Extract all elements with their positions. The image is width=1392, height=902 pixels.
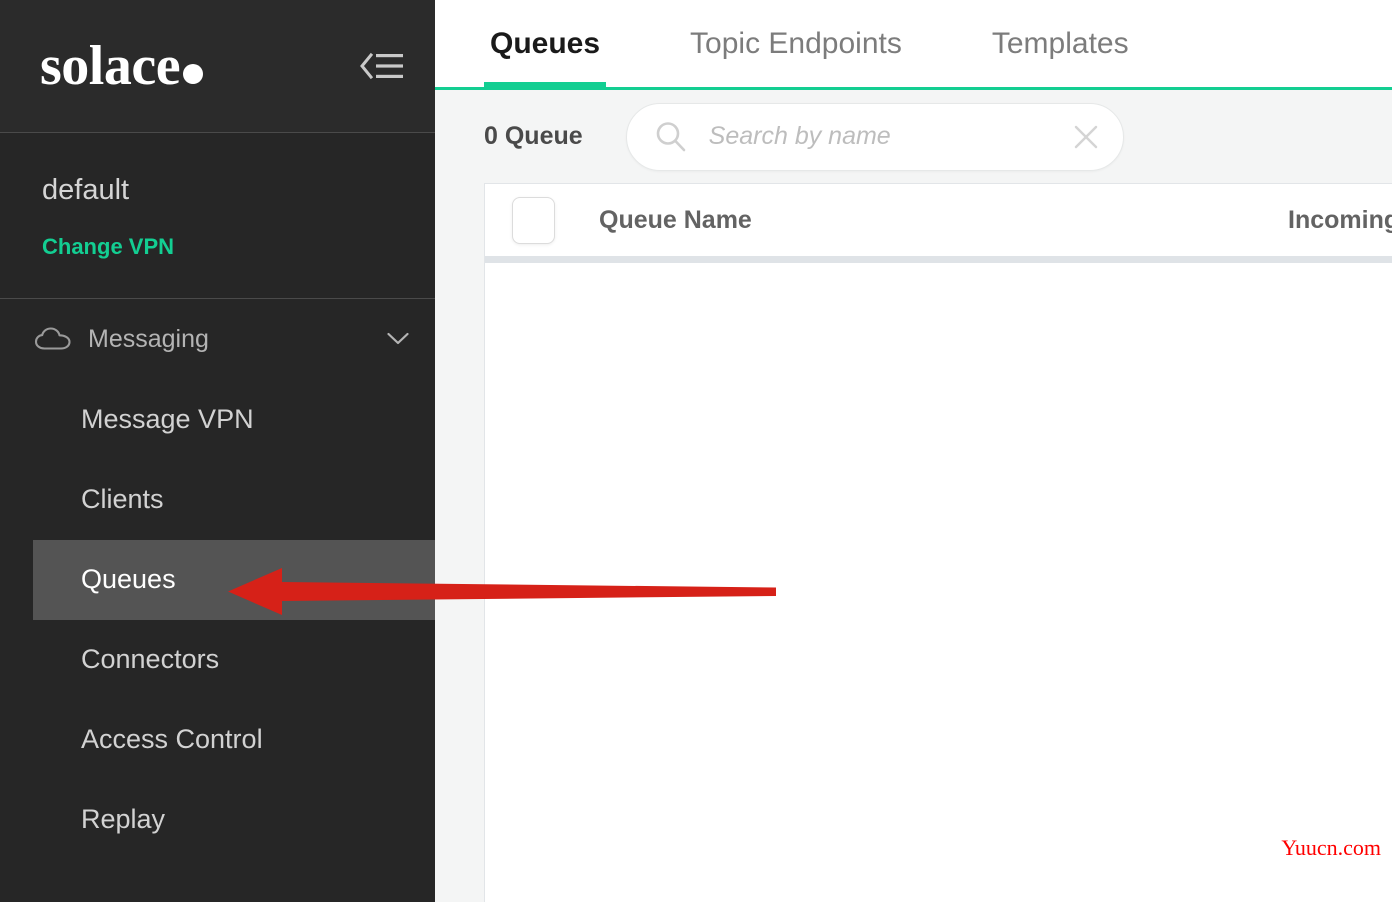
search-input[interactable] <box>708 122 1061 151</box>
sidebar-group-messaging[interactable]: Messaging <box>0 299 435 380</box>
search-icon <box>653 119 689 155</box>
sidebar-item-access-control[interactable]: Access Control <box>0 700 435 780</box>
column-header-incoming[interactable]: Incoming <box>1288 206 1392 235</box>
tab-queues[interactable]: Queues <box>484 0 607 87</box>
queue-count-label: 0 Queue <box>484 122 583 150</box>
table-header-row: Queue Name Incoming <box>485 184 1392 263</box>
queues-table-card: Queue Name Incoming <box>484 183 1392 902</box>
sidebar-item-clients[interactable]: Clients <box>0 460 435 540</box>
sidebar-item-queues[interactable]: Queues <box>33 539 435 620</box>
search-box[interactable] <box>625 102 1124 171</box>
vpn-block: default Change VPN <box>0 133 435 299</box>
sidebar-item-message-vpn[interactable]: Message VPN <box>0 380 435 460</box>
tab-topic-endpoints[interactable]: Topic Endpoints <box>684 0 908 87</box>
table-body <box>485 263 1392 883</box>
sidebar-item-label: Message VPN <box>81 404 254 435</box>
solace-logo: solace <box>40 35 204 97</box>
sidebar-item-label: Queues <box>81 564 176 595</box>
sidebar-item-label: Connectors <box>81 644 220 675</box>
tab-label: Queues <box>490 26 601 60</box>
close-icon[interactable] <box>1071 122 1101 152</box>
sidebar-item-label: Clients <box>81 484 164 515</box>
column-header-queue-name[interactable]: Queue Name <box>599 206 752 235</box>
sidebar-item-connectors[interactable]: Connectors <box>0 620 435 700</box>
app-root: solace default Change VPN Messaging Mess… <box>0 0 1392 902</box>
sidebar-nav: Message VPN Clients Queues Connectors Ac… <box>0 380 435 860</box>
logo-wordmark: solace <box>40 35 181 97</box>
select-all-checkbox[interactable] <box>512 196 555 244</box>
chevron-down-icon[interactable] <box>387 332 409 346</box>
tab-label: Topic Endpoints <box>690 26 902 60</box>
sidebar-item-label: Replay <box>81 804 166 835</box>
watermark: Yuucn.com <box>1281 835 1381 860</box>
tab-label: Templates <box>991 26 1129 60</box>
tab-templates[interactable]: Templates <box>986 0 1135 87</box>
sidebar-item-label: Access Control <box>81 724 263 755</box>
sidebar-group-label: Messaging <box>88 324 209 353</box>
change-vpn-link[interactable]: Change VPN <box>42 234 174 260</box>
collapse-menu-icon[interactable] <box>355 44 409 88</box>
sidebar-item-replay[interactable]: Replay <box>0 780 435 860</box>
vpn-name: default <box>42 174 130 206</box>
sidebar: solace default Change VPN Messaging Mess… <box>0 0 435 902</box>
tab-bar: Queues Topic Endpoints Templates <box>435 0 1392 90</box>
cloud-icon <box>34 326 72 352</box>
sidebar-brand-bar: solace <box>0 0 435 133</box>
main-content: Queues Topic Endpoints Templates 0 Queue <box>435 0 1392 902</box>
logo-dot-icon <box>183 64 204 84</box>
queues-toolbar: 0 Queue <box>435 90 1392 183</box>
